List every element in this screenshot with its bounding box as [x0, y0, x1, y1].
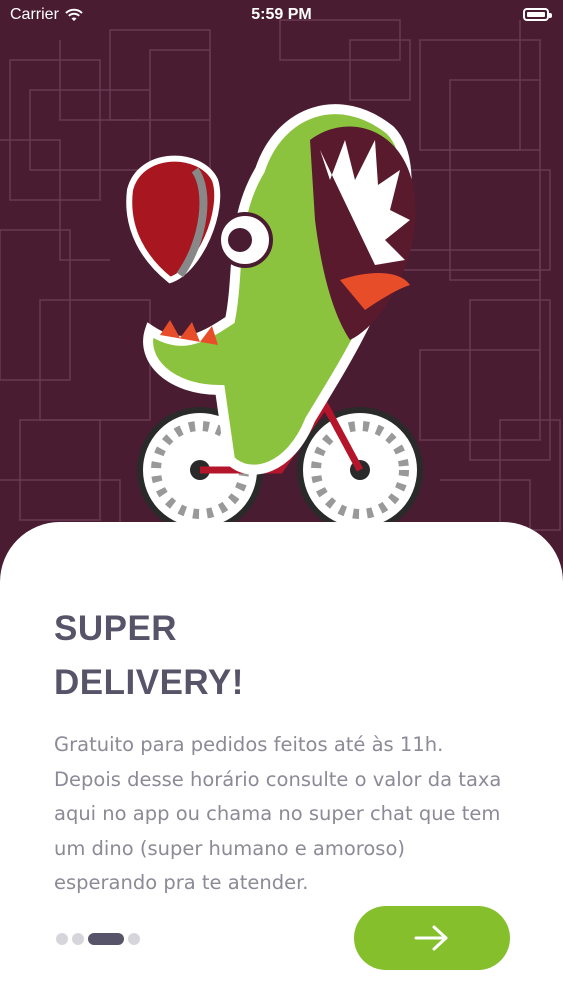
description-line: Depois desse horário consulte o valor da…: [54, 767, 502, 791]
description-line: Gratuito para pedidos feitos até às 11h.: [54, 733, 444, 756]
status-bar: Carrier 5:59 PM: [0, 0, 563, 32]
page-dot-4[interactable]: [128, 933, 140, 945]
description-line: aqui no app ou chama no super chat que t…: [54, 802, 501, 825]
page-dot-3-active[interactable]: [88, 933, 124, 945]
description-text: Gratuito para pedidos feitos até às 11h.…: [54, 728, 524, 901]
onboarding-card: SUPER DELIVERY! Gratuito para pedidos fe…: [0, 522, 563, 1000]
page-dot-2[interactable]: [72, 933, 84, 945]
next-button[interactable]: [354, 906, 510, 970]
arrow-right-icon: [414, 925, 448, 951]
title-line-2: DELIVERY!: [54, 663, 244, 702]
status-time: 5:59 PM: [251, 6, 312, 23]
battery-icon: [523, 8, 552, 21]
description-line: um dino (super humano e amoroso): [54, 836, 405, 860]
page-title: SUPER DELIVERY!: [54, 602, 244, 710]
description-line: esperando pra te atender.: [54, 871, 309, 894]
title-line-1: SUPER: [54, 609, 178, 648]
page-dot-1[interactable]: [56, 933, 68, 945]
dino-on-bicycle-illustration: [126, 104, 423, 530]
onboarding-screen: Carrier 5:59 PM SUPER DELIVERY! Gratuito…: [0, 0, 563, 1000]
page-indicator: [56, 933, 140, 945]
